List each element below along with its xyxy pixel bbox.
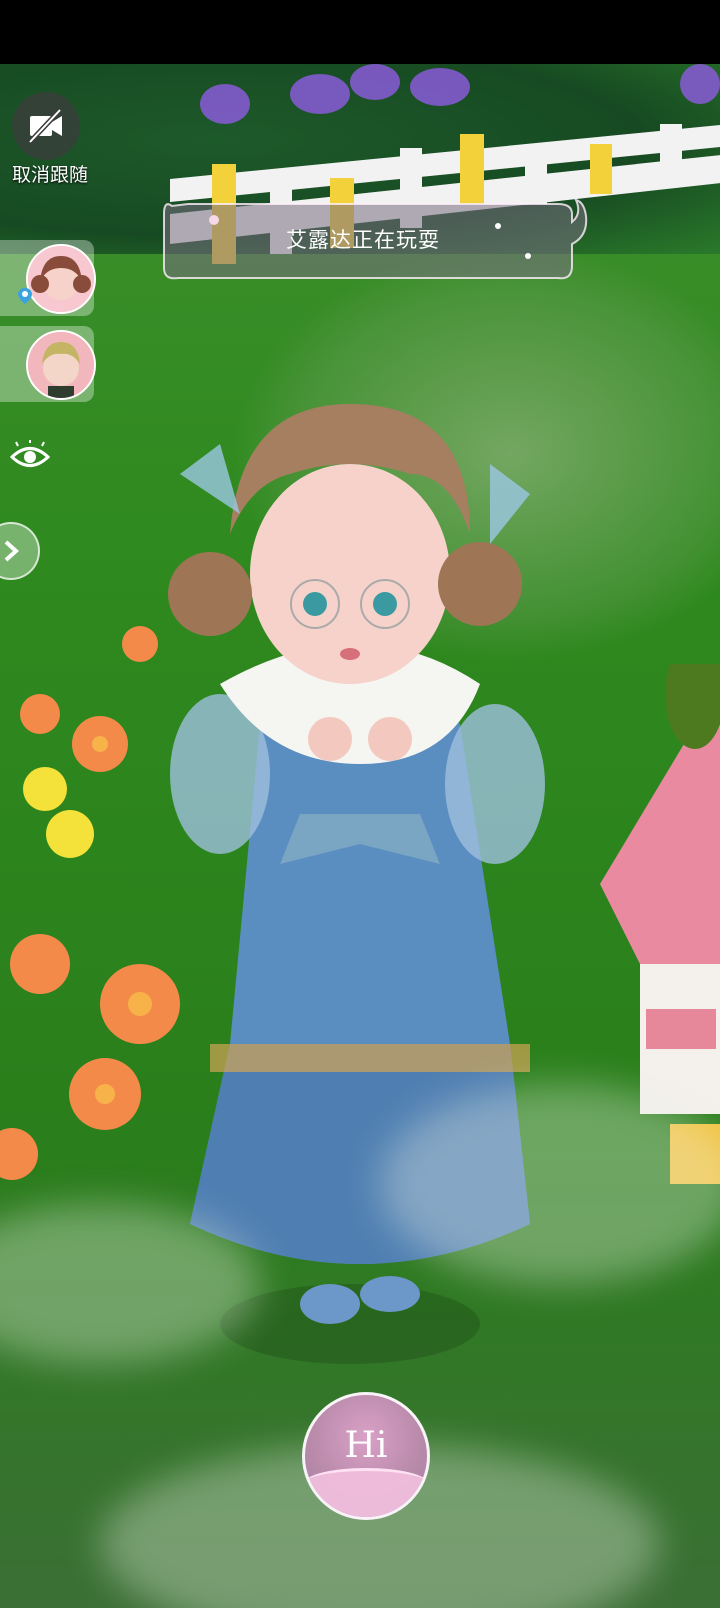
hi-label: Hi: [344, 1425, 388, 1466]
hi-greet-button[interactable]: Hi: [302, 1392, 430, 1520]
cancel-follow-button[interactable]: [12, 92, 80, 160]
game-scene[interactable]: [0, 64, 720, 1608]
eye-icon[interactable]: [10, 440, 50, 474]
speech-bubble-text: 艾露达正在玩耍: [286, 228, 440, 252]
avatar-portrait-1: [28, 246, 94, 312]
avatar[interactable]: [26, 244, 96, 314]
avatar-portrait-2: [28, 332, 94, 398]
avatar[interactable]: [26, 330, 96, 400]
status-bar: [0, 0, 720, 64]
location-pin-icon: [18, 288, 32, 304]
fog-cloud: [380, 1084, 720, 1284]
chevron-right-icon: [4, 540, 19, 562]
hi-button-base: [305, 1467, 427, 1517]
expand-side-button[interactable]: [0, 522, 40, 580]
no-camera-icon: [28, 108, 62, 144]
cancel-follow-label: 取消跟随: [11, 164, 88, 186]
